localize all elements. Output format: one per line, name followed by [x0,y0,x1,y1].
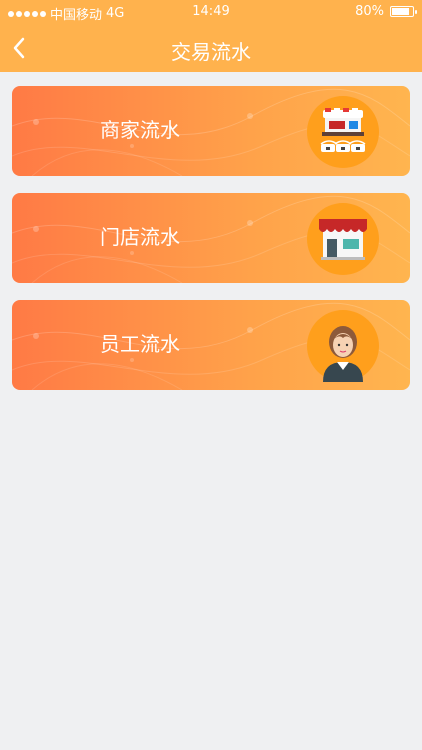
navigation-bar: 交易流水 [0,24,422,72]
icon-circle [307,310,379,382]
icon-circle [307,96,379,168]
battery-percent: 80% [355,4,384,19]
market-stall-icon [320,108,366,152]
merchant-transactions-card[interactable]: 商家流水 [12,86,410,176]
card-label: 员工流水 [100,332,180,356]
employee-icon [323,326,363,382]
transaction-category-list: 商家流水 门店流水 员工流水 [12,86,410,407]
card-label: 商家流水 [100,118,180,142]
employee-transactions-card[interactable]: 员工流水 [12,300,410,390]
store-transactions-card[interactable]: 门店流水 [12,193,410,283]
card-label: 门店流水 [100,225,180,249]
status-bar: 中国移动 4G 14:49 80% [0,0,422,24]
battery-icon [390,6,417,17]
icon-circle [307,203,379,275]
page-title: 交易流水 [171,40,251,64]
storefront-icon [319,219,367,260]
top-bar: 中国移动 4G 14:49 80% 交易流水 [0,0,422,72]
